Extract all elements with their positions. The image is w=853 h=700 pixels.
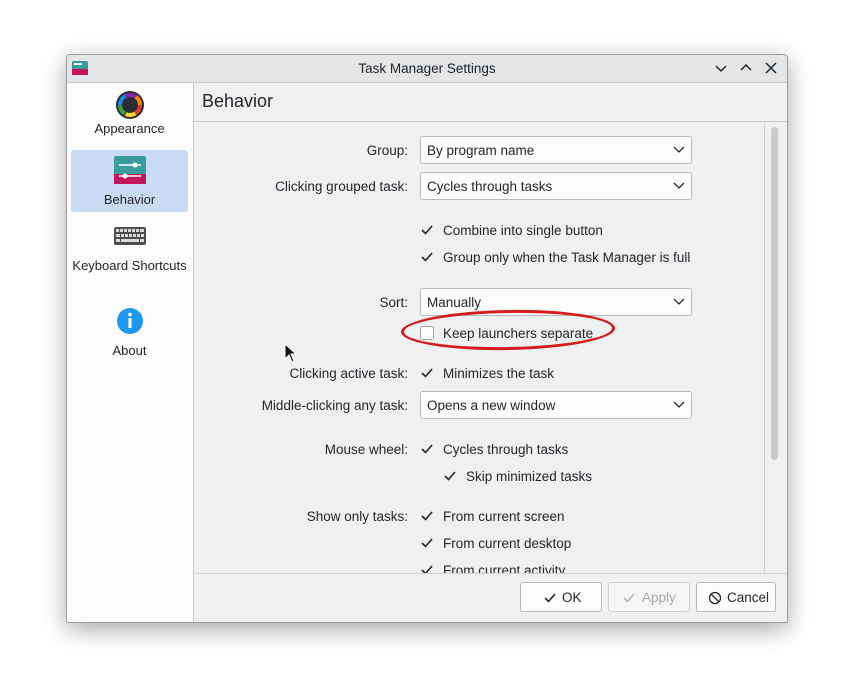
group-label: Group: [366,143,408,158]
checkmark-icon [544,593,556,603]
group-only-full-checkbox[interactable]: Group only when the Task Manager is full [420,250,720,268]
sidebar-item-label: Behavior [103,192,156,207]
clicking-grouped-combobox[interactable]: Cycles through tasks [420,172,692,200]
from-current-screen-checkbox[interactable]: From current screen [420,509,620,527]
minimize-icon[interactable] [712,59,730,77]
checkmark-icon [421,565,433,573]
skip-minimized-checkbox[interactable]: Skip minimized tasks [443,469,643,487]
maximize-icon[interactable] [737,59,755,77]
checkmark-icon [421,511,433,521]
middle-click-combobox[interactable]: Opens a new window [420,391,692,419]
keyboard-icon [113,227,146,245]
behavior-sliders-icon [113,156,146,184]
checkbox-label: Group only when the Task Manager is full [443,250,691,265]
info-icon [116,308,143,334]
mouse-wheel-cycles-checkbox[interactable]: Cycles through tasks [420,442,620,460]
sidebar-item-behavior[interactable]: Behavior [71,150,188,212]
sort-label: Sort: [379,295,408,310]
checkmark-icon [421,252,433,262]
cancel-icon [708,591,722,605]
checkmark-icon [421,538,433,548]
category-sidebar: Appearance Behavior Keyboard Shortcuts A… [67,83,194,622]
mouse-wheel-label: Mouse wheel: [324,442,408,457]
sidebar-item-label: Appearance [94,121,165,136]
combine-single-checkbox[interactable]: Combine into single button [420,223,720,241]
sidebar-item-label: Keyboard Shortcuts [72,258,187,273]
dialog-button-bar: OK Apply Cancel [194,573,787,622]
combobox-value: Manually [427,295,482,310]
color-wheel-icon [115,91,144,119]
sidebar-item-about[interactable]: About [71,305,188,361]
show-only-label: Show only tasks: [306,509,408,524]
chevron-down-icon [673,298,685,305]
checkbox-label: Cycles through tasks [443,442,569,457]
combobox-value: Opens a new window [427,398,556,413]
close-icon[interactable] [762,59,780,77]
button-label: Cancel [727,590,770,605]
page-title: Behavior [202,91,274,111]
checkbox-label: Skip minimized tasks [466,469,593,484]
checkbox-label: Combine into single button [443,223,603,238]
from-current-activity-checkbox[interactable]: From current activity [420,563,620,573]
window-title: Task Manager Settings [358,61,496,76]
mouse-cursor-icon [284,343,298,363]
checkmark-icon [421,225,433,235]
sidebar-item-label: About [112,343,147,358]
page-header: Behavior [194,83,787,122]
ok-button[interactable]: OK [520,582,602,612]
chevron-down-icon [673,401,685,408]
checkbox-label: From current desktop [443,536,572,551]
scrollbar-thumb[interactable] [771,127,778,460]
sidebar-item-keyboard-shortcuts[interactable]: Keyboard Shortcuts [71,223,188,293]
combobox-value: By program name [427,143,535,158]
clicking-active-label: Clicking active task: [289,366,408,381]
button-label: OK [562,590,582,605]
middle-click-label: Middle-clicking any task: [261,398,408,413]
from-current-desktop-checkbox[interactable]: From current desktop [420,536,620,554]
checkmark-icon [421,444,433,454]
sidebar-item-appearance[interactable]: Appearance [71,87,188,145]
checkbox-label: From current screen [443,509,565,524]
apply-button[interactable]: Apply [608,582,690,612]
combobox-value: Cycles through tasks [427,179,553,194]
minimizes-task-checkbox[interactable]: Minimizes the task [420,366,620,384]
title-bar[interactable]: Task Manager Settings [67,55,787,83]
checkbox-label: From current activity [443,563,566,573]
button-label: Apply [642,590,676,605]
group-combobox[interactable]: By program name [420,136,692,164]
clicking-grouped-label: Clicking grouped task: [275,179,408,194]
checkmark-icon [421,368,433,378]
scrollbar[interactable] [764,122,785,573]
checkmark-icon [623,593,635,603]
checkmark-icon [444,471,456,481]
chevron-down-icon [673,182,685,189]
checkbox-label: Minimizes the task [443,366,555,381]
cancel-button[interactable]: Cancel [696,582,776,612]
chevron-down-icon [673,146,685,153]
